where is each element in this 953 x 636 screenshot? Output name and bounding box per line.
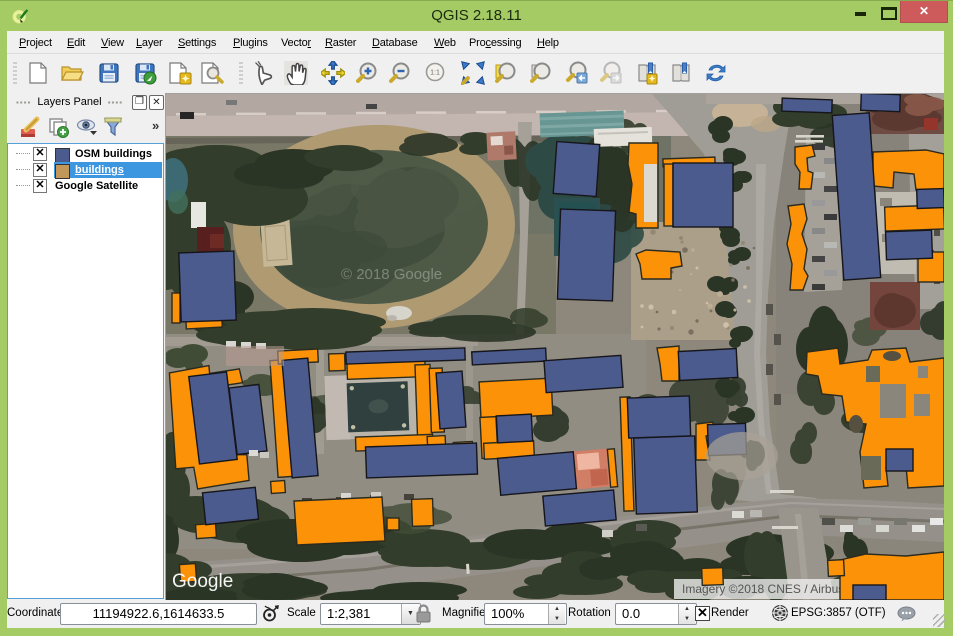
svg-text:© 2018 Google: © 2018 Google [341, 266, 442, 283]
svg-text:Google: Google [172, 571, 233, 592]
svg-text:1:1: 1:1 [430, 70, 440, 77]
